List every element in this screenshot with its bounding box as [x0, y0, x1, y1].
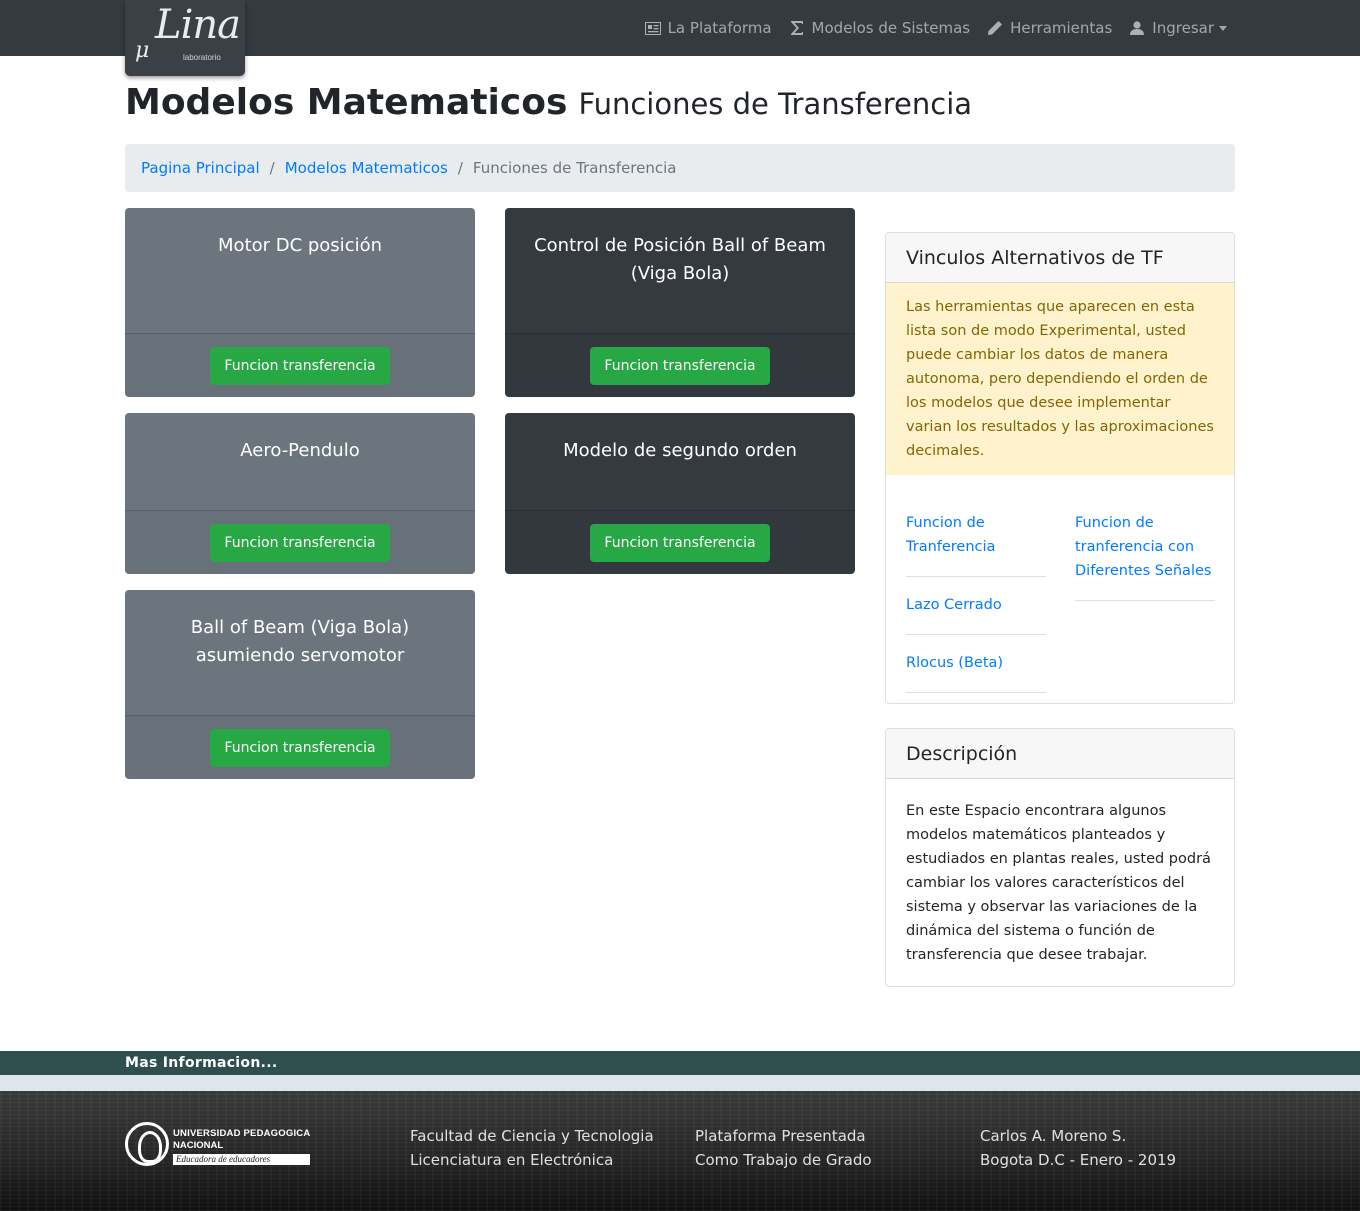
nav-la-plataforma[interactable]: La Plataforma [644, 19, 772, 37]
link-diferentes-senales[interactable]: Funcion de tranferencia con Diferentes S… [1075, 511, 1215, 601]
page-title-main: Modelos Matematicos [125, 82, 568, 123]
link-rlocus[interactable]: Rlocus (Beta) [906, 651, 1046, 693]
upn-logo-line3: Educadora de educadores [173, 1154, 310, 1165]
funcion-transferencia-button[interactable]: Funcion transferencia [590, 346, 770, 385]
footer-col-faculty: Facultad de Ciencia y Tecnologia Licenci… [410, 1124, 654, 1172]
breadcrumb-link-home[interactable]: Pagina Principal [141, 159, 260, 177]
footer-text: Licenciatura en Electrónica [410, 1151, 614, 1169]
vinculos-panel: Vinculos Alternativos de TF Las herramie… [885, 232, 1235, 704]
breadcrumb-separator: / [269, 159, 275, 177]
card-title: Modelo de segundo orden [563, 440, 797, 461]
nav-label: La Plataforma [667, 19, 772, 37]
more-info-label: Mas Informacion... [125, 1055, 278, 1071]
card-footer: Funcion transferencia [125, 510, 475, 574]
card-title: Ball of Beam (Viga Bola) asumiendo servo… [190, 617, 410, 666]
pencil-icon [986, 20, 1004, 36]
links-column-left: Funcion de Tranferencia Lazo Cerrado Rlo… [906, 511, 1046, 703]
newspaper-icon [644, 20, 662, 36]
nav-label: Modelos de Sistemas [811, 19, 971, 37]
card-footer: Funcion transferencia [125, 715, 475, 779]
panel-title: Vinculos Alternativos de TF [886, 233, 1234, 283]
nav-herramientas[interactable]: Herramientas [986, 19, 1112, 37]
footer-text: Plataforma Presentada [695, 1127, 866, 1145]
upn-seal-icon [125, 1122, 169, 1166]
user-icon [1128, 20, 1146, 36]
breadcrumb: Pagina Principal / Modelos Matematicos /… [125, 144, 1235, 192]
logo-name: Lina [155, 2, 241, 48]
card-segundo-orden: Modelo de segundo orden Funcion transfer… [505, 413, 855, 574]
upn-logo-line1: UNIVERSIDAD PEDAGOGICA [173, 1128, 311, 1139]
descripcion-panel: Descripción En este Espacio encontrara a… [885, 728, 1235, 987]
footer-col-author: Carlos A. Moreno S. Bogota D.C - Enero -… [980, 1124, 1176, 1172]
breadcrumb-active: Funciones de Transferencia [472, 159, 677, 177]
nav-modelos-de-sistemas[interactable]: Modelos de Sistemas [788, 19, 971, 37]
card-title: Aero-Pendulo [240, 440, 360, 461]
card-footer: Funcion transferencia [125, 333, 475, 397]
card-motor-dc: Motor DC posición Funcion transferencia [125, 208, 475, 397]
footer-text: Como Trabajo de Grado [695, 1151, 872, 1169]
logo-mu: μ [135, 38, 150, 63]
vinculos-links: Funcion de Tranferencia Lazo Cerrado Rlo… [886, 475, 1234, 703]
footer-text: Facultad de Ciencia y Tecnologia [410, 1127, 654, 1145]
link-lazo-cerrado[interactable]: Lazo Cerrado [906, 593, 1046, 635]
footer-text: Carlos A. Moreno S. [980, 1127, 1127, 1145]
breadcrumb-separator: / [457, 159, 463, 177]
top-navbar: μ Lina laboratorio La Plataforma Modelos… [0, 0, 1360, 76]
footer-text: Bogota D.C - Enero - 2019 [980, 1151, 1177, 1169]
card-footer: Funcion transferencia [505, 510, 855, 574]
upn-logo: UNIVERSIDAD PEDAGOGICA NACIONAL Educador… [125, 1122, 311, 1168]
nav-ingresar-dropdown[interactable]: Ingresar [1128, 19, 1227, 37]
footer-divider [0, 1075, 1360, 1091]
funcion-transferencia-button[interactable]: Funcion transferencia [210, 523, 390, 562]
upn-logo-line2: NACIONAL [173, 1140, 224, 1151]
link-funcion-tranferencia[interactable]: Funcion de Tranferencia [906, 511, 1046, 577]
chevron-down-icon [1219, 25, 1227, 31]
nav-label: Ingresar [1152, 19, 1214, 37]
page-title: Modelos Matematicos Funciones de Transfe… [125, 82, 972, 123]
page-title-subtitle: Funciones de Transferencia [578, 87, 973, 121]
breadcrumb-link-modelos[interactable]: Modelos Matematicos [285, 159, 448, 177]
experimental-warning: Las herramientas que aparecen en esta li… [886, 283, 1234, 475]
footer-col-platform: Plataforma Presentada Como Trabajo de Gr… [695, 1124, 872, 1172]
card-footer: Funcion transferencia [505, 333, 855, 397]
card-ball-beam-servo: Ball of Beam (Viga Bola) asumiendo servo… [125, 590, 475, 779]
links-column-right: Funcion de tranferencia con Diferentes S… [1075, 511, 1215, 617]
card-title: Motor DC posición [217, 235, 383, 256]
descripcion-text: En este Espacio encontrara algunos model… [906, 803, 1211, 963]
more-info-bar: Mas Informacion... [0, 1051, 1360, 1075]
card-title: Control de Posición Ball of Beam (Viga B… [534, 235, 826, 284]
card-control-ball-beam: Control de Posición Ball of Beam (Viga B… [505, 208, 855, 397]
sigma-icon [788, 20, 806, 36]
logo-sub: laboratorio [183, 53, 221, 62]
nav-label: Herramientas [1010, 19, 1113, 37]
funcion-transferencia-button[interactable]: Funcion transferencia [210, 346, 390, 385]
card-aero-pendulo: Aero-Pendulo Funcion transferencia [125, 413, 475, 574]
nav-links: La Plataforma Modelos de Sistemas Herram… [628, 0, 1227, 56]
site-footer: UNIVERSIDAD PEDAGOGICA NACIONAL Educador… [0, 1091, 1360, 1211]
funcion-transferencia-button[interactable]: Funcion transferencia [210, 728, 390, 767]
panel-title: Descripción [886, 729, 1234, 779]
funcion-transferencia-button[interactable]: Funcion transferencia [590, 523, 770, 562]
lina-logo[interactable]: μ Lina laboratorio [125, 0, 245, 76]
